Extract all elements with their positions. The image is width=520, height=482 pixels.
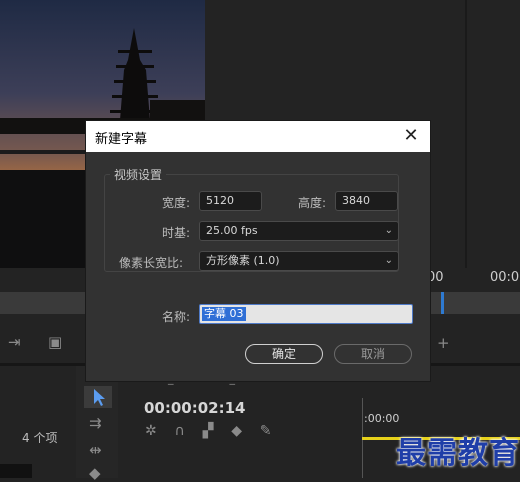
add-button-icon[interactable]: +: [437, 334, 450, 352]
timebase-dropdown[interactable]: 25.00 fps ⌄: [199, 221, 399, 241]
insert-icon[interactable]: ⇥: [8, 333, 21, 351]
pixel-aspect-dropdown[interactable]: 方形像素 (1.0) ⌄: [199, 251, 399, 271]
chevron-down-icon: ⌄: [384, 225, 393, 236]
name-label: 名称:: [162, 310, 191, 324]
panel-divider: [465, 0, 467, 268]
playhead-icon[interactable]: [441, 292, 444, 314]
project-panel: [0, 366, 72, 478]
project-thumbnail[interactable]: [0, 464, 32, 478]
close-icon[interactable]: ✕: [398, 124, 424, 148]
razor-icon[interactable]: ◆: [89, 464, 101, 482]
wrench-icon[interactable]: ✎: [260, 423, 272, 439]
name-value-selected: 字幕 03: [202, 307, 246, 321]
source-controls: ⇥ ▣: [0, 325, 85, 361]
chevron-down-icon: ⌄: [384, 255, 393, 266]
timeline-tool-icons: ✲ ∩ ▞ ◆ ✎: [145, 423, 272, 439]
new-caption-dialog: 新建字幕 ✕ 视频设置 宽度: 5120 高度: 3840 时基: 25.00 …: [85, 120, 431, 382]
dialog-title: 新建字幕: [95, 132, 148, 147]
program-timecode-partial-2: 00:00: [490, 270, 520, 285]
snap-icon[interactable]: ✲: [145, 423, 157, 439]
height-field[interactable]: 3840: [335, 191, 398, 211]
timeline-ruler-time: :00:00: [364, 412, 400, 425]
width-label: 宽度:: [162, 196, 191, 210]
marker-icon[interactable]: ◆: [231, 423, 242, 439]
dialog-titlebar: 新建字幕 ✕: [86, 121, 430, 152]
project-item-count: 4 个项: [22, 431, 58, 445]
width-field[interactable]: 5120: [199, 191, 262, 211]
cancel-button[interactable]: 取消: [334, 344, 412, 364]
height-label: 高度:: [298, 196, 327, 210]
add-marker-icon[interactable]: ▞: [203, 423, 214, 439]
linked-selection-icon[interactable]: ∩: [175, 423, 185, 439]
selection-tool-icon[interactable]: [84, 386, 112, 408]
watermark-logo: 最需教育: [396, 436, 520, 471]
video-settings-title: 视频设置: [110, 166, 167, 183]
pixel-aspect-value: 方形像素 (1.0): [206, 254, 280, 267]
ripple-edit-icon[interactable]: ⇹: [89, 441, 102, 459]
timebase-label: 时基:: [162, 226, 191, 240]
timebase-value: 25.00 fps: [206, 224, 258, 237]
ok-button[interactable]: 确定: [245, 344, 323, 364]
source-ruler[interactable]: [0, 292, 85, 314]
export-frame-icon[interactable]: ▣: [48, 333, 62, 351]
track-select-icon[interactable]: ⇉: [89, 414, 102, 432]
pixel-aspect-label: 像素长宽比:: [119, 256, 184, 270]
timeline-timecode[interactable]: 00:00:02:14: [144, 399, 246, 417]
name-input[interactable]: 字幕 03: [199, 304, 413, 324]
